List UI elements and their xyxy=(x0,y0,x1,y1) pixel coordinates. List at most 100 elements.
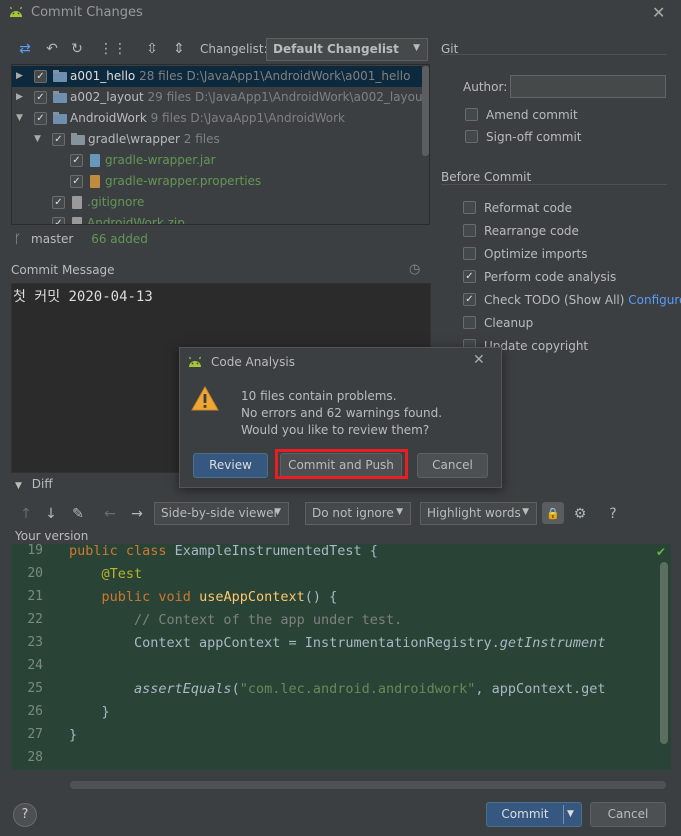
editor-horizontal-scrollbar[interactable] xyxy=(70,781,666,789)
checkbox[interactable]: ✓ xyxy=(52,217,65,224)
commit-message-label: Commit Message xyxy=(11,263,115,277)
dialog-message-line: Would you like to review them? xyxy=(241,423,430,437)
collapse-all-icon[interactable]: ⇕ xyxy=(170,40,188,58)
next-file-icon[interactable]: → xyxy=(128,505,146,523)
commit-button[interactable]: Commit ▼ xyxy=(486,802,582,827)
checkbox[interactable] xyxy=(463,201,476,214)
code-line: assertEquals("com.lec.android.androidwor… xyxy=(134,681,606,697)
ignore-whitespace-dropdown[interactable]: Do not ignore ▼ xyxy=(305,502,411,525)
amend-commit-label: Amend commit xyxy=(486,108,578,122)
previous-file-icon[interactable]: ← xyxy=(101,505,119,523)
expand-all-icon[interactable]: ⇳ xyxy=(143,40,161,58)
code-line: public class ExampleInstrumentedTest { xyxy=(69,544,378,559)
your-version-label: Your version xyxy=(15,529,89,543)
tree-item-count: 28 files xyxy=(139,69,183,83)
folder-icon xyxy=(71,133,85,145)
branch-info: ᚴ master 66 added xyxy=(14,232,148,246)
tree-item-name: AndroidWork xyxy=(70,111,147,125)
line-number: 24 xyxy=(27,658,43,673)
highlight-value: Highlight words xyxy=(427,506,521,520)
chevron-down-icon[interactable]: ▼ xyxy=(34,129,41,150)
viewer-dropdown[interactable]: Side-by-side viewer ▼ xyxy=(154,502,289,525)
tree-item-count: 9 files xyxy=(150,111,187,125)
chevron-down-icon[interactable]: ▼ xyxy=(16,108,23,129)
line-number: 27 xyxy=(27,727,43,742)
close-icon[interactable]: ✕ xyxy=(473,352,485,368)
tree-item-name: gradle\wrapper xyxy=(88,132,180,146)
history-icon[interactable]: ◷ xyxy=(409,262,420,277)
diff-title: Diff xyxy=(31,477,53,491)
tree-row[interactable]: ✓ .gitignore xyxy=(12,192,422,213)
tree-item-path: D:\JavaApp1\AndroidWork\a002_layout xyxy=(194,90,428,104)
editor-scrollbar[interactable] xyxy=(660,562,668,744)
diff-header[interactable]: ▼ Diff xyxy=(15,477,53,491)
chevron-down-icon[interactable]: ▼ xyxy=(567,803,574,826)
chevron-down-icon: ▼ xyxy=(413,43,420,53)
option-label: Perform code analysis xyxy=(484,270,617,284)
checkbox[interactable]: ✓ xyxy=(70,154,83,167)
review-button[interactable]: Review xyxy=(193,453,268,478)
rollback-icon[interactable]: ↶ xyxy=(43,40,61,58)
checkbox[interactable] xyxy=(465,130,478,143)
ignore-value: Do not ignore xyxy=(312,506,394,520)
checkbox[interactable]: ✓ xyxy=(52,196,65,209)
tree-row[interactable]: ✓ gradle-wrapper.jar xyxy=(12,150,422,171)
tree-row[interactable]: ▶ ✓ a002_layout 29 files D:\JavaApp1\And… xyxy=(12,87,427,108)
edit-source-icon[interactable]: ✎ xyxy=(69,505,87,523)
divider xyxy=(441,184,667,185)
checkbox[interactable] xyxy=(463,316,476,329)
author-input[interactable] xyxy=(510,75,666,98)
checkbox[interactable]: ✓ xyxy=(34,112,47,125)
close-icon[interactable]: ✕ xyxy=(652,3,665,22)
checkbox[interactable]: ✓ xyxy=(52,133,65,146)
changelist-value: Default Changelist xyxy=(273,42,399,56)
code-line: Context appContext = InstrumentationRegi… xyxy=(69,635,606,651)
divider xyxy=(441,54,667,55)
checkbox[interactable]: ✓ xyxy=(34,91,47,104)
checkbox[interactable]: ✓ xyxy=(34,70,47,83)
commit-label: Commit xyxy=(501,807,549,821)
checkbox[interactable] xyxy=(465,108,478,121)
module-folder-icon xyxy=(53,112,67,124)
module-folder-icon xyxy=(53,91,67,103)
chevron-right-icon[interactable]: ▶ xyxy=(16,87,23,108)
tree-row[interactable]: ✓ gradle-wrapper.properties xyxy=(12,171,422,192)
next-difference-icon[interactable]: ↓ xyxy=(42,505,60,523)
tree-row[interactable]: ▶ ✓ a001_hello 28 files D:\JavaApp1\Andr… xyxy=(12,66,422,87)
configure-link[interactable]: Configure xyxy=(628,293,681,307)
tree-row[interactable]: ▼ ✓ AndroidWork 9 files D:\JavaApp1\Andr… xyxy=(12,108,422,129)
cancel-button[interactable]: Cancel xyxy=(590,802,666,827)
dialog-cancel-button[interactable]: Cancel xyxy=(417,453,488,478)
gear-icon[interactable]: ⚙ xyxy=(571,505,589,523)
checkbox[interactable] xyxy=(463,224,476,237)
tree-row[interactable]: ▼ ✓ gradle\wrapper 2 files xyxy=(12,129,422,150)
chevron-right-icon[interactable]: ▶ xyxy=(16,66,23,87)
checkbox[interactable]: ✓ xyxy=(463,270,476,283)
checkbox[interactable]: ✓ xyxy=(70,175,83,188)
help-icon[interactable]: ? xyxy=(604,505,622,523)
lock-icon[interactable]: 🔒 xyxy=(542,502,564,524)
code-line: @Test xyxy=(101,566,143,582)
chevron-down-icon: ▼ xyxy=(274,507,281,517)
checkbox[interactable] xyxy=(463,247,476,260)
tree-row[interactable]: ✓ AndroidWork.zip xyxy=(12,213,422,224)
chevron-down-icon: ▼ xyxy=(15,481,22,491)
checkbox[interactable]: ✓ xyxy=(463,293,476,306)
branch-icon: ᚴ xyxy=(14,232,22,246)
tree-item-path: D:\JavaApp1\AndroidWork\a001_hello xyxy=(186,69,411,83)
help-button[interactable]: ? xyxy=(13,803,37,827)
prev-difference-icon[interactable]: ↑ xyxy=(17,505,35,523)
sign-off-commit-label: Sign-off commit xyxy=(486,130,582,144)
dialog-message-line: 10 files contain problems. xyxy=(241,389,397,403)
line-number: 28 xyxy=(27,750,43,765)
diff-editor[interactable]: 19 20 21 22 23 24 25 26 27 28 public cla… xyxy=(11,544,671,770)
changes-tree[interactable]: ▶ ✓ a001_hello 28 files D:\JavaApp1\Andr… xyxy=(11,64,430,225)
line-number: 26 xyxy=(27,704,43,719)
refresh-icon[interactable]: ↻ xyxy=(68,40,86,58)
check-todo-label: Check TODO (Show All) xyxy=(484,293,625,307)
show-diff-icon[interactable]: ⇄ xyxy=(16,40,34,58)
tree-scrollbar[interactable] xyxy=(422,66,429,156)
group-by-icon[interactable]: ⋮⋮ xyxy=(99,40,127,58)
changelist-dropdown[interactable]: Default Changelist ▼ xyxy=(266,38,428,61)
highlight-dropdown[interactable]: Highlight words ▼ xyxy=(420,502,537,525)
